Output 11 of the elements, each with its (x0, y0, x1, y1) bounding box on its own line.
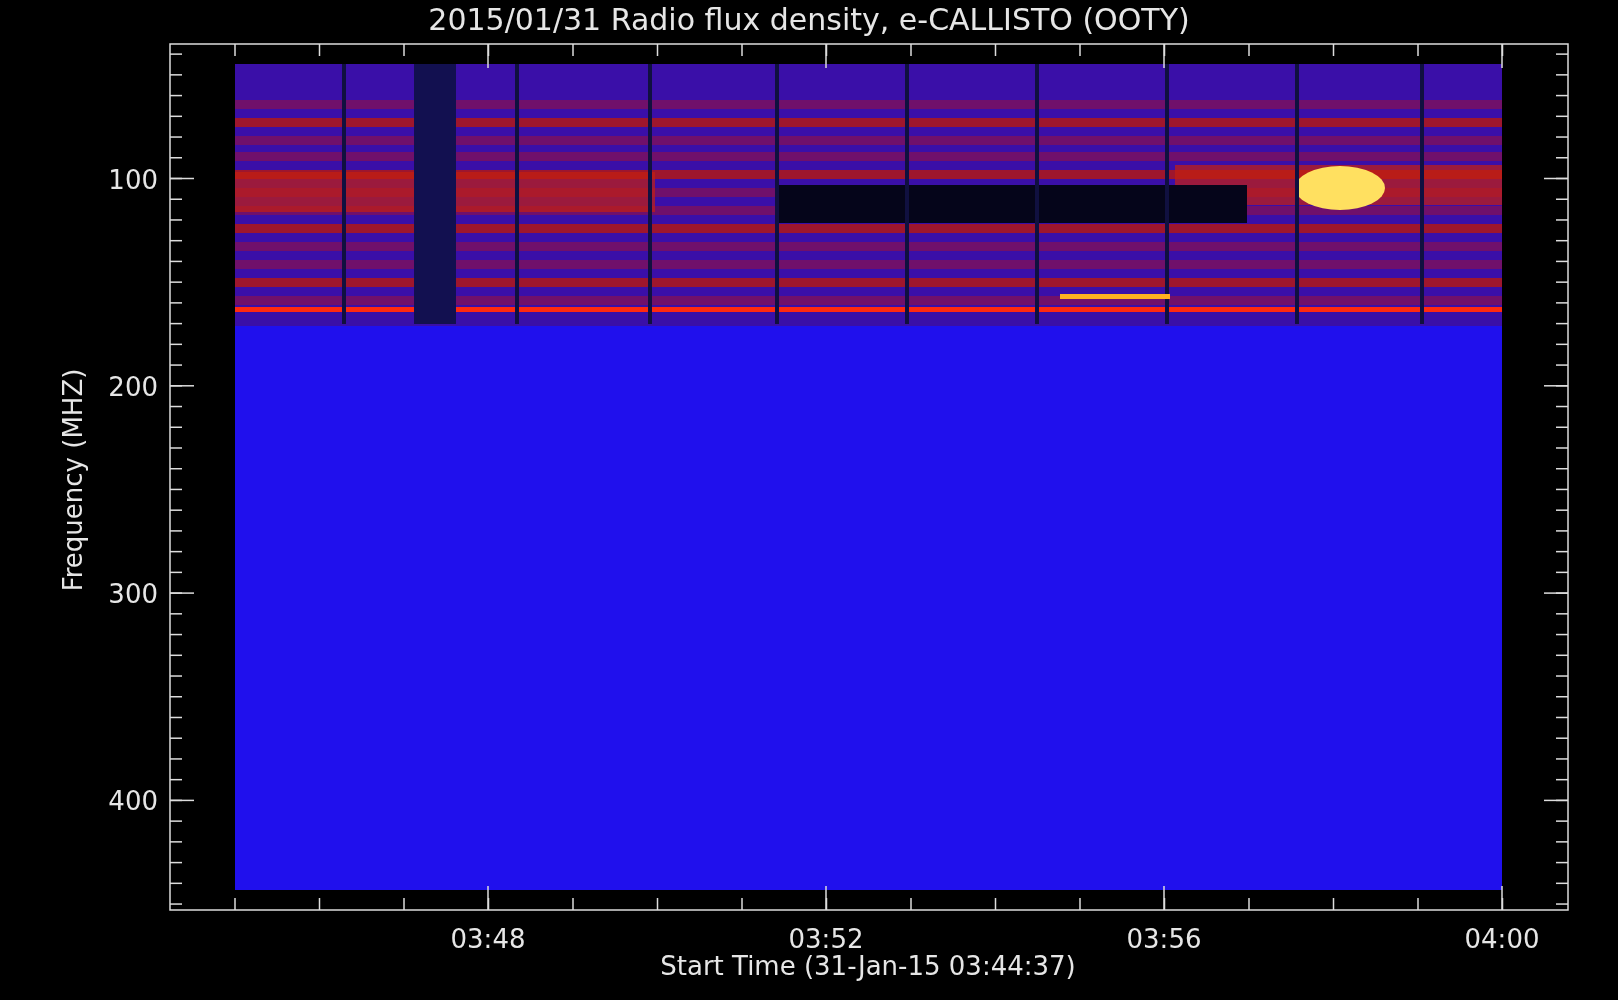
y-axis-label: Frequency (MHZ) (58, 368, 88, 592)
x-tick-label: 03:52 (788, 924, 864, 954)
y-tick-label: 300 (108, 579, 158, 610)
x-tick-label: 04:00 (1464, 924, 1540, 954)
y-tick-label: 100 (108, 164, 158, 195)
x-axis-label: Start Time (31-Jan-15 03:44:37) (660, 951, 1076, 981)
x-tick-label: 03:56 (1126, 924, 1202, 954)
x-tick-label: 03:48 (450, 924, 526, 954)
y-tick-label: 400 (108, 786, 158, 817)
y-tick-label: 200 (108, 371, 158, 402)
chart-title: 2015/01/31 Radio flux density, e-CALLISTO (OOTY) (428, 2, 1190, 37)
